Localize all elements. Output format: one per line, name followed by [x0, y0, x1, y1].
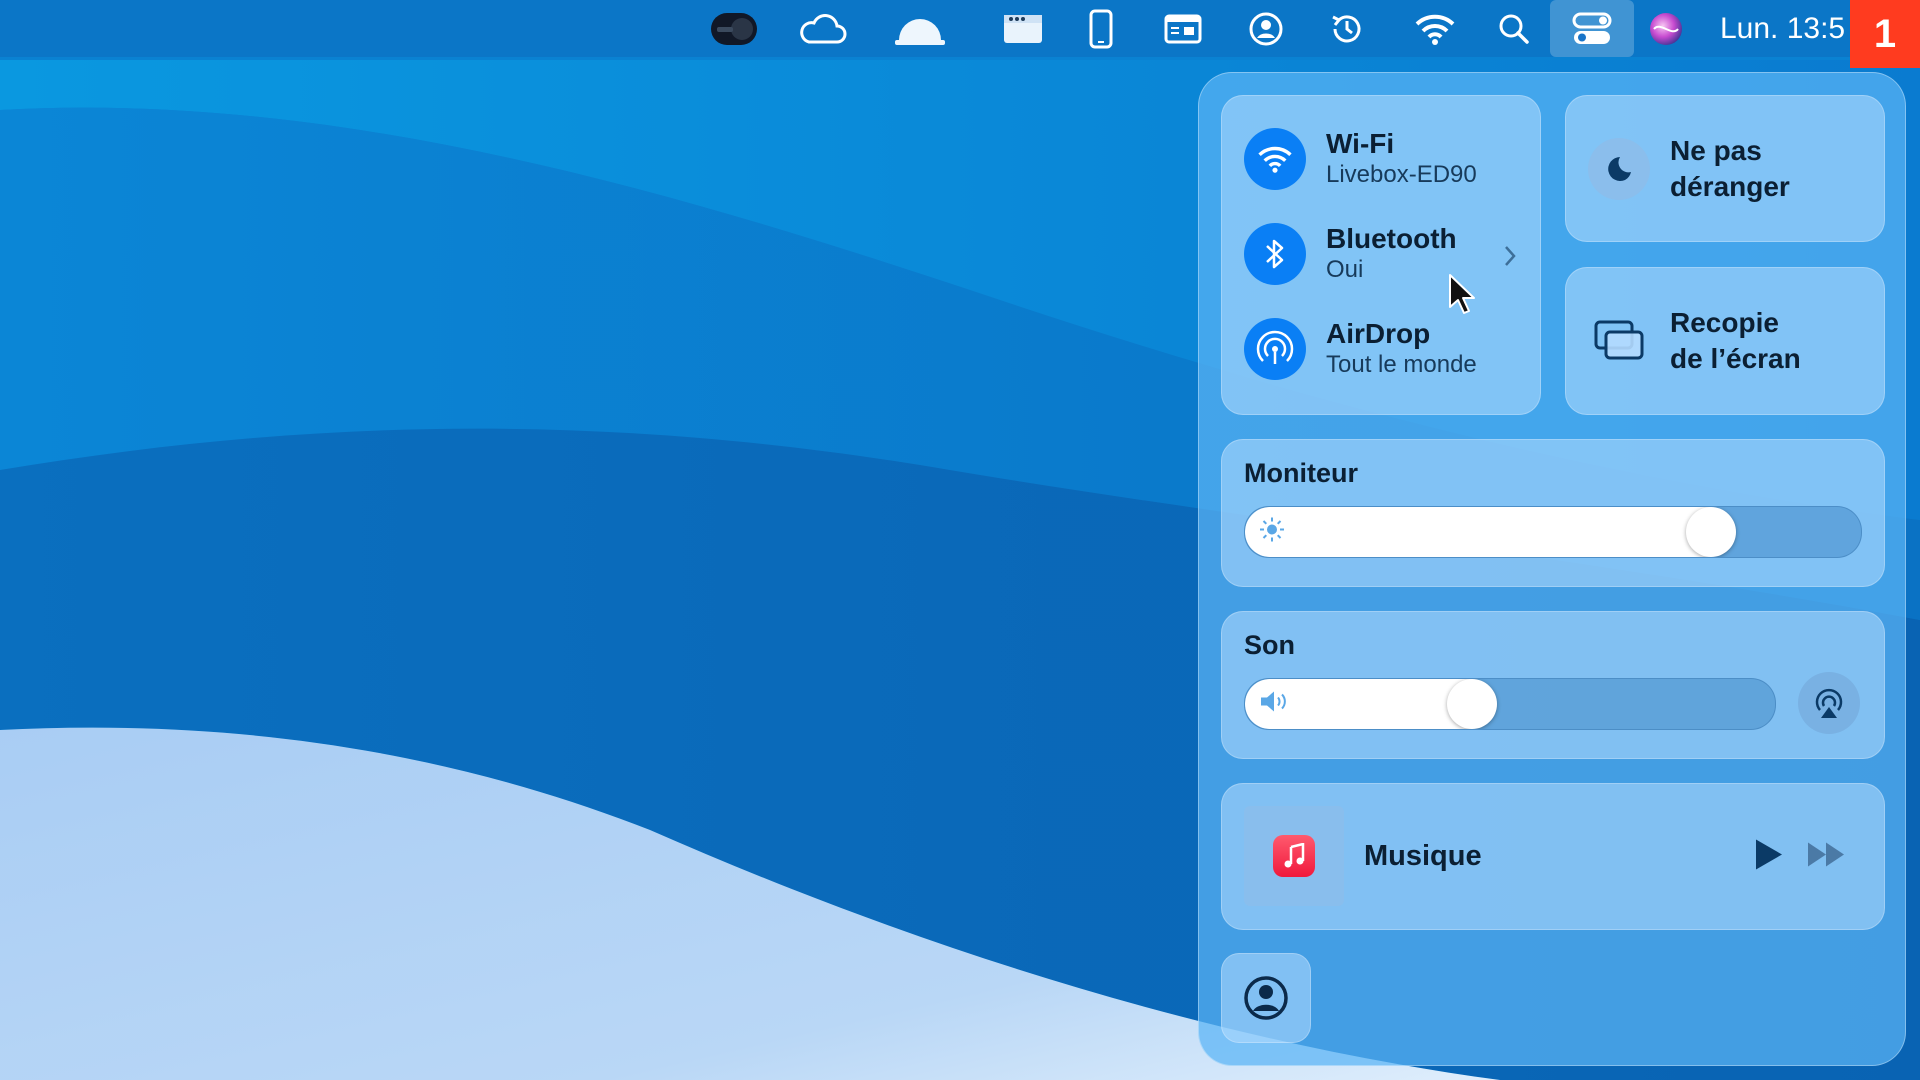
mirroring-label-line1: Recopie: [1670, 307, 1779, 338]
airdrop-icon: [1244, 318, 1306, 380]
wifi-title: Wi-Fi: [1326, 128, 1395, 159]
moon-icon: [1588, 137, 1650, 200]
airplay-audio-button[interactable]: [1798, 672, 1860, 734]
bluetooth-title: Bluetooth: [1326, 223, 1457, 254]
control-center-icon[interactable]: [1550, 0, 1634, 57]
screen-mirroring-button[interactable]: Recopie de l’écran: [1565, 267, 1885, 415]
keyboard-viewer-icon[interactable]: [1163, 0, 1203, 57]
notification-badge: 1: [1850, 0, 1920, 68]
wifi-network-name: Livebox-ED90: [1326, 161, 1477, 188]
brightness-fill: [1245, 507, 1712, 557]
window-icon[interactable]: [1001, 0, 1045, 57]
screen-mirroring-icon: [1588, 310, 1650, 372]
music-app-icon: [1273, 835, 1315, 877]
menu-bar: Lun. 13:5 1: [0, 0, 1920, 68]
sun-icon: [1259, 517, 1285, 548]
bluetooth-chevron-right-icon[interactable]: [1490, 236, 1530, 276]
wifi-toggle[interactable]: Wi-Fi Livebox-ED90: [1244, 128, 1477, 190]
siri-icon[interactable]: [1646, 0, 1686, 57]
airplay-audio-icon: [1815, 688, 1843, 718]
display-title: Moniteur: [1244, 458, 1358, 488]
speaker-icon: [1259, 690, 1291, 719]
skip-forward-button[interactable]: [1806, 840, 1848, 873]
time-machine-icon[interactable]: [1328, 0, 1366, 57]
brightness-slider-knob[interactable]: [1686, 507, 1737, 557]
display-tile: Moniteur: [1221, 439, 1885, 587]
user-circle-icon: [1244, 976, 1288, 1020]
do-not-disturb-button[interactable]: Ne pas déranger: [1565, 95, 1885, 242]
volume-slider[interactable]: [1244, 678, 1776, 730]
cloud-icon[interactable]: [795, 0, 849, 57]
mouse-cursor-icon: [1449, 274, 1475, 314]
user-circle-icon[interactable]: [1248, 0, 1284, 57]
bluetooth-icon: [1244, 223, 1306, 285]
control-center-panel: Wi-Fi Livebox-ED90 Bluetooth Oui AirDrop…: [1198, 72, 1906, 1066]
menubar-clock[interactable]: Lun. 13:5: [1720, 0, 1850, 57]
fast-forward-icon: [1808, 842, 1844, 866]
user-switch-button[interactable]: [1221, 953, 1311, 1043]
brightness-slider[interactable]: [1244, 506, 1862, 558]
mirroring-label-line2: de l’écran: [1670, 343, 1801, 374]
play-icon: [1756, 839, 1782, 869]
iphone-icon[interactable]: [1088, 0, 1114, 57]
dome-icon[interactable]: [892, 0, 948, 57]
dnd-label-line2: déranger: [1670, 170, 1790, 202]
wifi-icon[interactable]: [1413, 0, 1457, 57]
search-icon[interactable]: [1497, 0, 1531, 57]
album-art: [1244, 806, 1344, 906]
toggle-icon[interactable]: [708, 0, 760, 57]
airdrop-title: AirDrop: [1326, 318, 1431, 349]
bluetooth-status: Oui: [1326, 256, 1364, 283]
sound-tile: Son: [1221, 611, 1885, 759]
volume-slider-knob[interactable]: [1446, 679, 1497, 729]
sound-title: Son: [1244, 630, 1295, 660]
now-playing-title: Musique: [1364, 840, 1482, 872]
connectivity-tile: Wi-Fi Livebox-ED90 Bluetooth Oui AirDrop…: [1221, 95, 1541, 415]
wifi-icon: [1244, 128, 1306, 190]
airdrop-visibility: Tout le monde: [1326, 351, 1477, 378]
play-button[interactable]: [1752, 837, 1784, 876]
dnd-label-line1: Ne pas: [1670, 134, 1762, 166]
airdrop-toggle[interactable]: AirDrop Tout le monde: [1244, 318, 1477, 380]
bluetooth-toggle[interactable]: Bluetooth Oui: [1244, 223, 1457, 285]
now-playing-tile[interactable]: Musique: [1221, 783, 1885, 930]
